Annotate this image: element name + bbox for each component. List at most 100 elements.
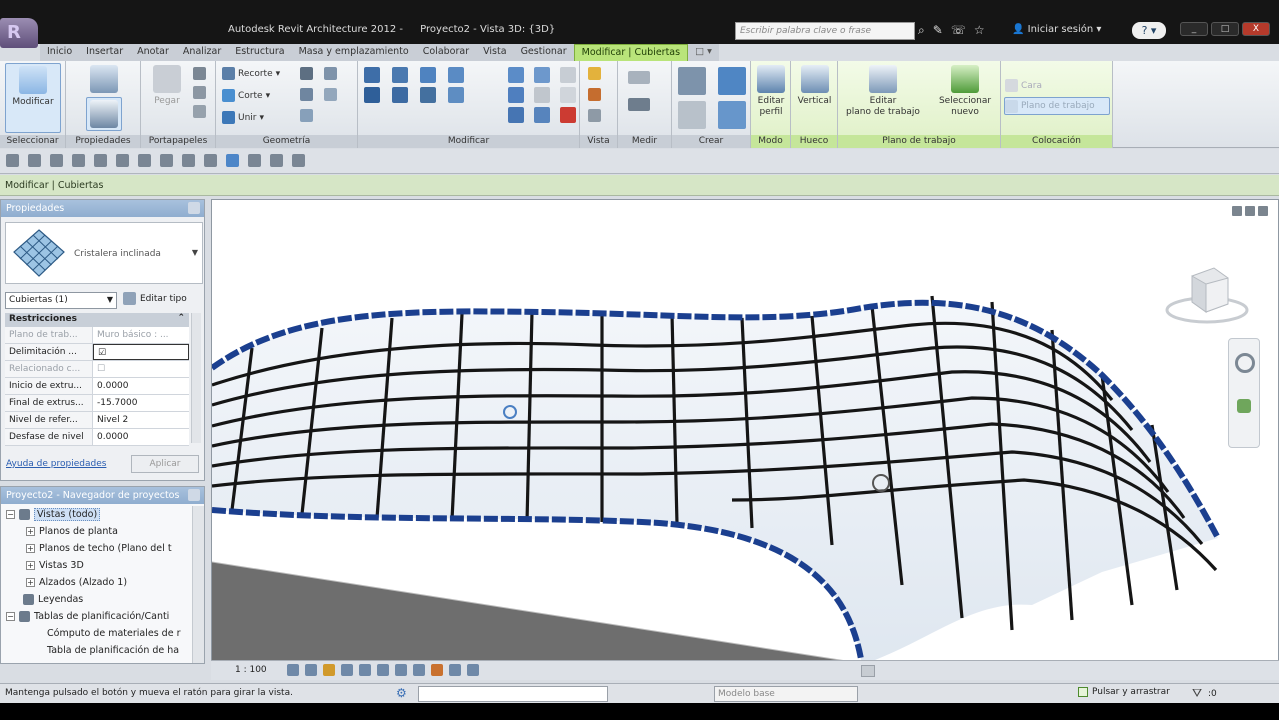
close-button[interactable]: X <box>1242 22 1270 36</box>
dimension-icon[interactable] <box>138 154 151 167</box>
create-group-icon[interactable] <box>678 101 706 129</box>
create-similar-icon[interactable] <box>718 101 746 129</box>
qat-dropdown-icon[interactable] <box>292 154 305 167</box>
horizontal-scrollbar[interactable] <box>861 665 875 677</box>
thin-lines-icon[interactable] <box>226 154 239 167</box>
3d-viewport[interactable] <box>211 199 1279 664</box>
move-icon[interactable] <box>364 87 380 103</box>
shadows-icon[interactable] <box>341 664 353 676</box>
tree-node-3d-views[interactable]: + Vistas 3D <box>1 557 191 574</box>
tab-colaborar[interactable]: Colaborar <box>416 44 476 61</box>
measure-qat-icon[interactable] <box>116 154 129 167</box>
undo-icon[interactable] <box>50 154 63 167</box>
extrusion-start-field[interactable]: 0.0000 <box>93 378 189 394</box>
boundary-checkbox[interactable]: ☑ <box>93 344 189 360</box>
work-plane-placement-option[interactable]: Plano de trabajo <box>1004 97 1110 115</box>
application-menu-button[interactable]: R <box>0 18 38 48</box>
paint-icon[interactable] <box>300 109 313 122</box>
vertical-opening-button[interactable]: Vertical <box>793 63 836 107</box>
related-checkbox[interactable]: ☐ <box>93 361 189 377</box>
subscription-icon[interactable]: ✎ <box>933 23 943 38</box>
type-properties-button[interactable] <box>86 63 122 96</box>
property-row[interactable]: Plano de trab... Muro básico : ... <box>5 327 189 344</box>
property-row[interactable]: Desfase de nivel 0.0000 <box>5 429 189 446</box>
analysis-display-icon[interactable] <box>467 664 479 676</box>
maximize-button[interactable]: □ <box>1211 22 1239 36</box>
array-icon[interactable] <box>508 87 524 103</box>
filter-funnel-icon[interactable]: ⛛ <box>1192 686 1202 701</box>
tree-node-floor-plans[interactable]: + Planos de planta <box>1 523 191 540</box>
apply-button[interactable]: Aplicar <box>131 455 199 473</box>
temporary-hide-icon[interactable] <box>431 664 443 676</box>
copy-icon[interactable] <box>193 86 206 99</box>
trim-extend-icon[interactable] <box>448 87 464 103</box>
reveal-hidden-icon[interactable] <box>449 664 461 676</box>
tree-node-material-takeoff[interactable]: Cómputo de materiales de r <box>1 625 191 642</box>
level-offset-field[interactable]: 0.0000 <box>93 429 189 445</box>
tab-inicio[interactable]: Inicio <box>40 44 79 61</box>
tab-gestionar[interactable]: Gestionar <box>514 44 574 61</box>
tab-vista[interactable]: Vista <box>476 44 513 61</box>
tab-estructura[interactable]: Estructura <box>228 44 291 61</box>
tab-modificar-cubiertas[interactable]: Modificar | Cubiertas <box>573 44 689 61</box>
edit-type-button[interactable]: Editar tipo <box>123 292 187 305</box>
create-parts-icon[interactable] <box>718 67 746 95</box>
properties-close-icon[interactable] <box>188 202 200 214</box>
sign-in-button[interactable]: 👤 Iniciar sesión ▾ <box>1012 24 1101 35</box>
properties-scrollbar[interactable] <box>191 313 201 443</box>
tree-node-elevations[interactable]: + Alzados (Alzado 1) <box>1 574 191 591</box>
property-row[interactable]: Inicio de extru... 0.0000 <box>5 378 189 395</box>
type-dropdown-icon[interactable]: ▼ <box>192 248 198 257</box>
zoom-icon[interactable] <box>1237 399 1251 413</box>
paste-button[interactable]: Pegar <box>147 63 187 107</box>
section-icon[interactable] <box>204 154 217 167</box>
favorites-star-icon[interactable]: ☆ <box>974 23 985 38</box>
curtain-roof-model[interactable] <box>212 200 1279 664</box>
render-icon[interactable] <box>359 664 371 676</box>
modify-button[interactable]: Modificar <box>5 63 61 133</box>
tree-toggle[interactable]: − <box>6 612 15 621</box>
properties-help-link[interactable]: Ayuda de propiedades <box>6 459 106 469</box>
pin-disabled-icon[interactable] <box>560 67 576 83</box>
trim-single-icon[interactable] <box>508 107 524 123</box>
measure-distance-icon[interactable] <box>628 71 650 84</box>
tree-toggle[interactable]: + <box>26 544 35 553</box>
visual-style-icon[interactable] <box>305 664 317 676</box>
property-row[interactable]: Relacionado c... ☐ <box>5 361 189 378</box>
tab-analizar[interactable]: Analizar <box>176 44 228 61</box>
override-brush-icon[interactable] <box>588 88 601 101</box>
split-gap-icon[interactable] <box>534 67 550 83</box>
constraints-group-header[interactable]: Restricciones ⌃ <box>5 313 189 327</box>
match-type-icon[interactable] <box>193 105 206 118</box>
save-icon[interactable] <box>28 154 41 167</box>
demolish-icon[interactable] <box>324 88 337 101</box>
text-a-icon[interactable] <box>160 154 173 167</box>
show-crop-icon[interactable] <box>395 664 407 676</box>
lock-3d-icon[interactable] <box>413 664 425 676</box>
help-button[interactable]: ? ▾ <box>1132 22 1166 39</box>
type-selector[interactable]: Cristalera inclinada ▼ <box>5 222 203 284</box>
hide-bulb-icon[interactable] <box>588 67 601 80</box>
open-icon[interactable] <box>6 154 19 167</box>
tree-toggle[interactable]: + <box>26 561 35 570</box>
property-row[interactable]: Delimitación ... ☑ <box>5 344 189 361</box>
tab-insertar[interactable]: Insertar <box>79 44 130 61</box>
tree-toggle[interactable]: − <box>6 510 15 519</box>
tree-node-schedules[interactable]: − Tablas de planificación/Canti <box>1 608 191 625</box>
tab-masa-emplazamiento[interactable]: Masa y emplazamiento <box>292 44 416 61</box>
split-face-icon[interactable] <box>300 67 313 80</box>
close-hidden-icon[interactable] <box>248 154 261 167</box>
project-browser-close-icon[interactable] <box>188 489 200 501</box>
print-icon[interactable] <box>94 154 107 167</box>
press-drag-checkbox[interactable] <box>1078 687 1088 697</box>
minimize-button[interactable]: _ <box>1180 22 1208 36</box>
copy-element-icon[interactable] <box>392 87 408 103</box>
sun-path-icon[interactable] <box>323 664 335 676</box>
mirror-axis-icon[interactable] <box>420 67 436 83</box>
join-roof-icon[interactable] <box>300 88 313 101</box>
design-option-select[interactable]: Modelo base <box>714 686 858 702</box>
extrusion-end-field[interactable]: -15.7000 <box>93 395 189 411</box>
panel-select-label[interactable]: Seleccionar <box>0 135 65 148</box>
press-drag-toggle[interactable]: Pulsar y arrastrar <box>1078 687 1170 697</box>
create-assembly-icon[interactable] <box>678 67 706 95</box>
